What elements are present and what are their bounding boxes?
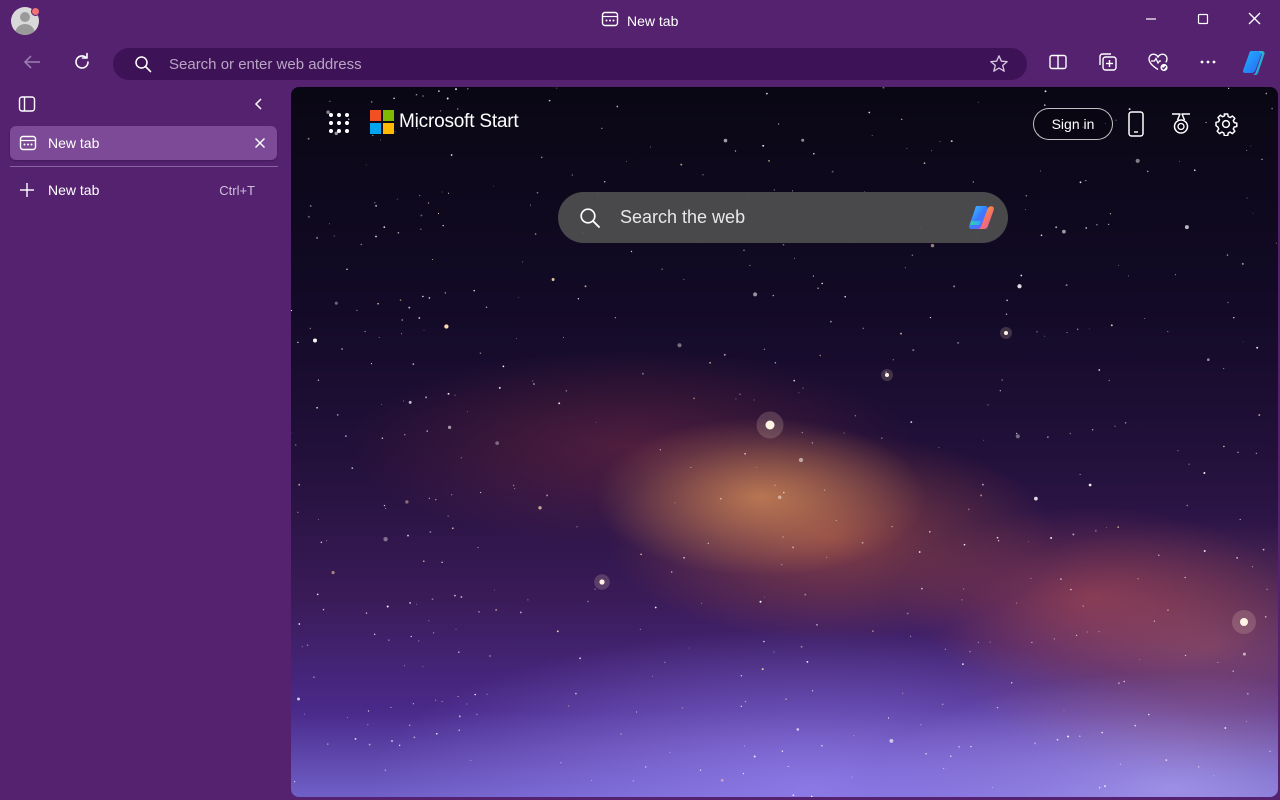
close-window-button[interactable] xyxy=(1231,0,1277,42)
maximize-button[interactable] xyxy=(1180,0,1226,42)
brand-title[interactable]: Microsoft Start xyxy=(399,111,519,133)
avatar-body xyxy=(15,24,35,35)
vertical-tabs-sidebar: New tab New tab Ctrl+T xyxy=(0,86,290,800)
favorite-star-icon[interactable] xyxy=(985,50,1013,78)
search-icon xyxy=(133,54,153,74)
close-tab-icon[interactable] xyxy=(249,132,271,154)
browser-essentials-icon xyxy=(1147,51,1169,78)
maximize-icon xyxy=(1197,12,1209,30)
window-title-text: New tab xyxy=(627,13,679,29)
address-input[interactable] xyxy=(169,55,985,73)
profile-notification-badge xyxy=(31,7,40,16)
copilot-icon xyxy=(1240,47,1270,82)
back-button[interactable] xyxy=(14,46,50,82)
split-screen-button[interactable] xyxy=(1040,46,1076,82)
back-icon xyxy=(22,52,42,77)
minimize-icon xyxy=(1145,12,1157,30)
split-screen-icon xyxy=(1048,52,1068,77)
refresh-button[interactable] xyxy=(64,46,100,82)
refresh-icon xyxy=(72,52,92,77)
navigation-toolbar xyxy=(0,42,1280,86)
rewards-trophy-icon[interactable] xyxy=(1166,109,1196,139)
collections-icon xyxy=(1097,51,1119,78)
copilot-search-icon[interactable] xyxy=(964,200,1000,236)
new-tab-page: Microsoft Start Sign in xyxy=(291,87,1278,797)
close-icon xyxy=(1248,12,1261,30)
more-icon xyxy=(1198,52,1218,77)
chevron-left-icon xyxy=(252,97,266,116)
mobile-phone-icon[interactable] xyxy=(1121,109,1151,139)
address-bar[interactable] xyxy=(113,48,1027,80)
collapse-sidebar-button[interactable] xyxy=(241,88,277,124)
title-bar: New tab xyxy=(0,0,1280,42)
tab-page-icon xyxy=(601,10,619,33)
sidebar-tab-new-tab[interactable]: New tab xyxy=(10,126,277,160)
new-tab-button[interactable]: New tab Ctrl+T xyxy=(10,175,277,205)
minimize-button[interactable] xyxy=(1128,0,1174,42)
avatar-head xyxy=(20,12,30,22)
sidebar-header xyxy=(0,86,290,126)
ntp-header: Microsoft Start Sign in xyxy=(291,87,1278,157)
plus-icon xyxy=(18,181,36,199)
collections-button[interactable] xyxy=(1090,46,1126,82)
browser-window: New tab Search or enter web address New … xyxy=(0,0,1280,800)
copilot-button[interactable] xyxy=(1237,46,1273,82)
search-icon xyxy=(578,206,602,230)
new-tab-shortcut: Ctrl+T xyxy=(219,182,255,198)
microsoft-logo-icon[interactable] xyxy=(370,110,394,134)
apps-launcher-icon[interactable] xyxy=(327,111,351,135)
sign-in-button[interactable]: Sign in xyxy=(1033,108,1113,140)
settings-gear-icon[interactable] xyxy=(1211,109,1241,139)
tab-label: New tab xyxy=(48,135,100,151)
window-title: New tab xyxy=(601,11,678,31)
more-button[interactable] xyxy=(1190,46,1226,82)
browser-essentials-button[interactable] xyxy=(1140,46,1176,82)
new-tab-label: New tab xyxy=(48,182,100,198)
tab-actions-icon xyxy=(18,95,36,118)
web-search-input[interactable] xyxy=(620,207,964,228)
tab-page-icon xyxy=(19,134,37,152)
web-search-box[interactable] xyxy=(558,192,1008,243)
tab-actions-button[interactable] xyxy=(9,88,45,124)
sidebar-divider xyxy=(10,166,278,167)
